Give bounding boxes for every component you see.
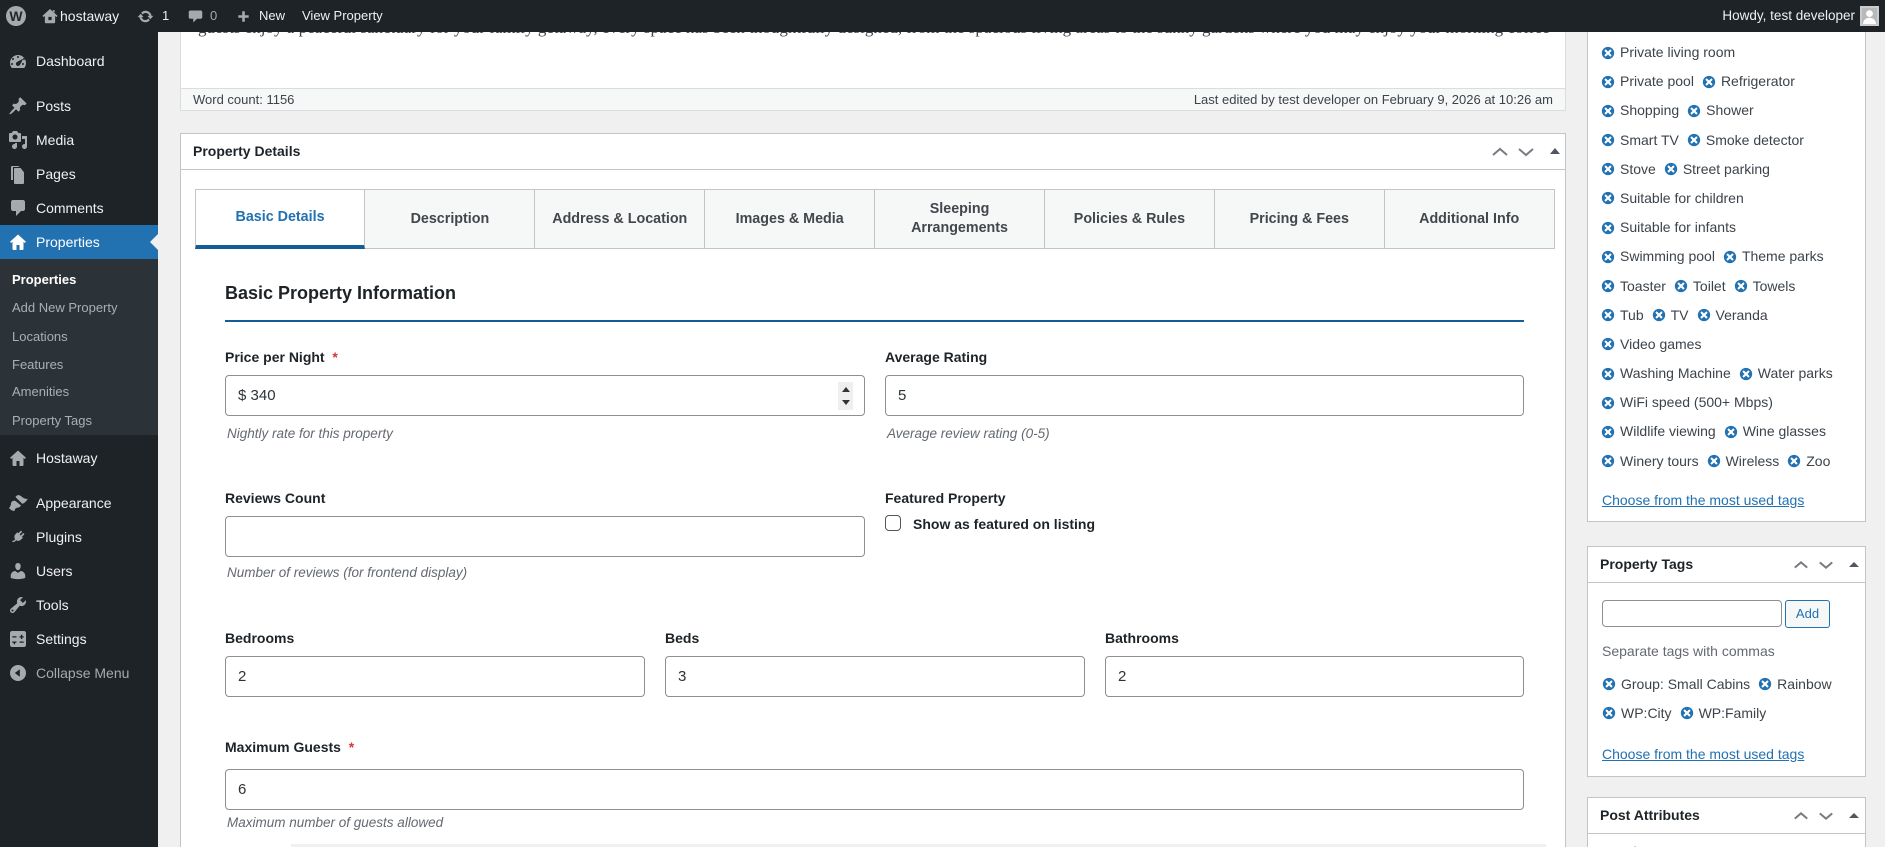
svg-text:W: W xyxy=(9,8,23,24)
